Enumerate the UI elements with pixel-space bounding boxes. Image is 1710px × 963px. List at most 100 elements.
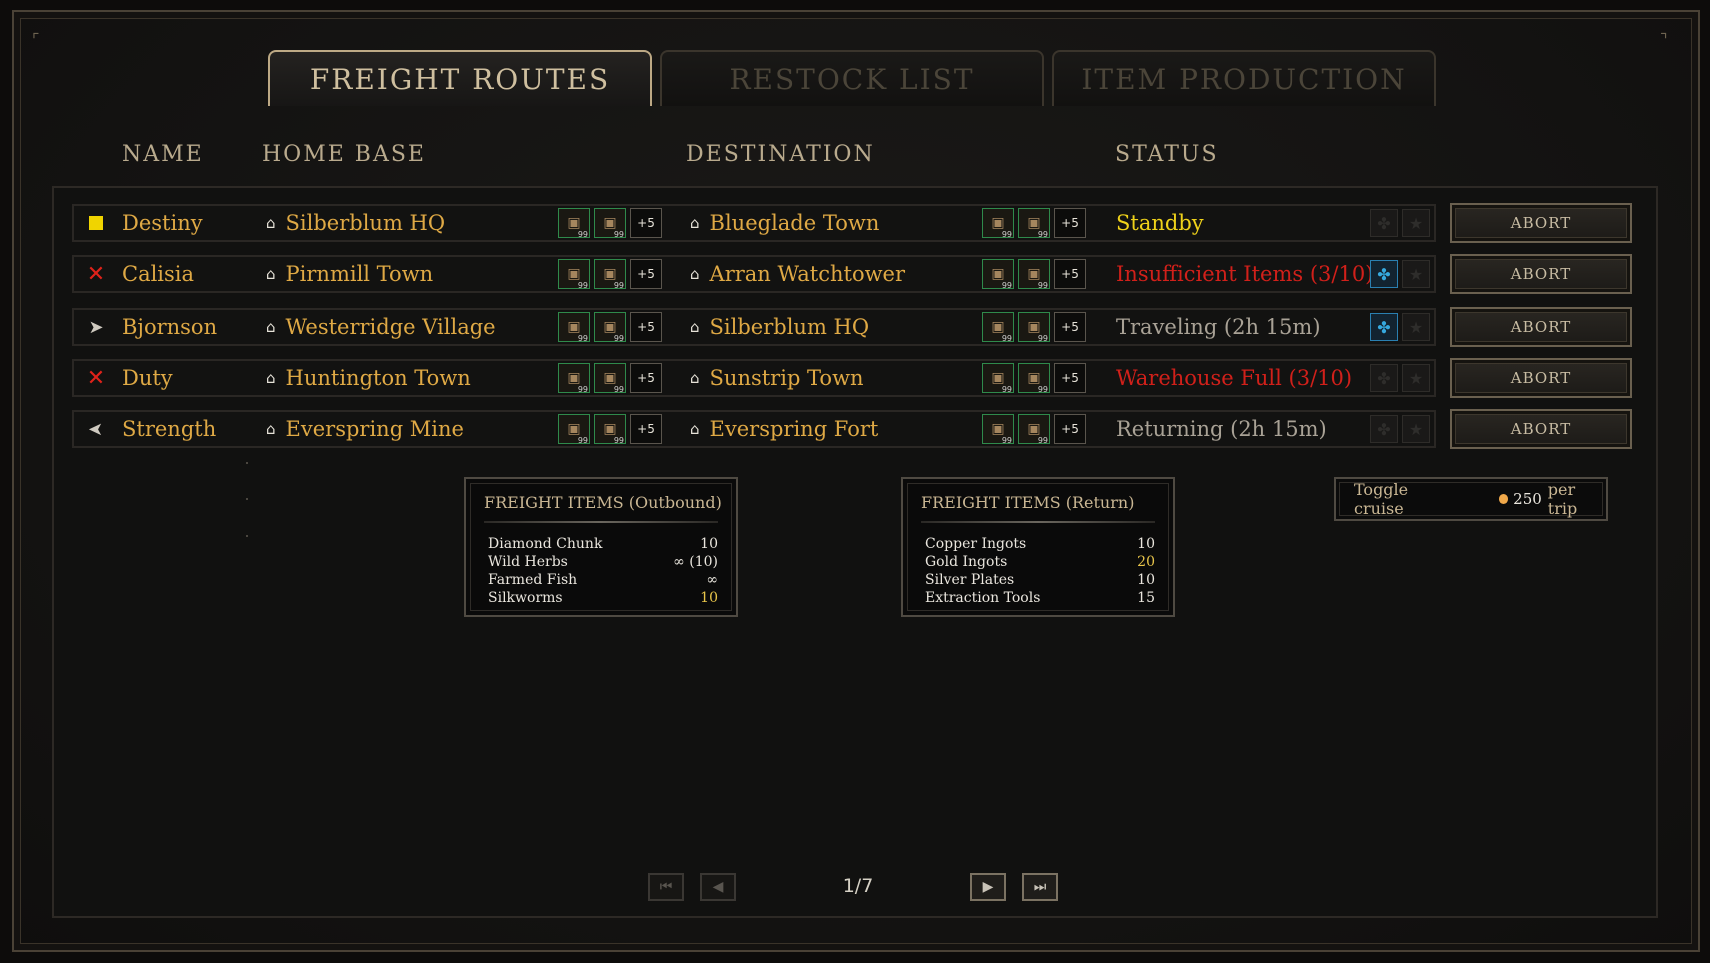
header-destination: DESTINATION [686,142,875,167]
cruise-toggle-button[interactable]: ✤ [1370,260,1398,288]
freight-item-slot[interactable]: ▣ [1018,363,1050,394]
destination: ⌂ Sunstrip Town [690,361,864,395]
freight-item-slot[interactable]: ▣ [594,259,626,290]
item-name: Extraction Tools [925,590,1041,606]
favorite-button[interactable]: ★ [1402,209,1430,237]
freight-item-row: Diamond Chunk 10 [488,535,718,553]
more-items-badge[interactable]: +5 [630,259,662,289]
tab-item-production[interactable]: ITEM PRODUCTION [1052,50,1436,106]
next-page-button[interactable]: ▶ [970,873,1006,901]
freight-item-row: Silver Plates 10 [925,571,1155,589]
more-items-badge[interactable]: +5 [630,363,662,393]
item-quantity: ∞ [706,572,718,588]
route-items: ▣ ▣ +5 [558,363,662,394]
crate-icon: ▣ [567,266,581,282]
freight-item-slot[interactable]: ▣ [982,312,1014,343]
divider [484,521,718,523]
freight-item-row: Silkworms 10 [488,589,718,607]
more-items-badge[interactable]: +5 [1054,208,1086,238]
item-name: Wild Herbs [488,554,568,570]
abort-button[interactable]: ABORT [1450,358,1632,398]
item-name: Farmed Fish [488,572,578,588]
more-items-badge[interactable]: +5 [1054,414,1086,444]
abort-button[interactable]: ABORT [1450,203,1632,243]
more-items-badge[interactable]: +5 [630,312,662,342]
freight-item-slot[interactable]: ▣ [558,414,590,445]
crate-icon: ▣ [1027,266,1041,282]
more-items-badge[interactable]: +5 [1054,259,1086,289]
more-items-badge[interactable]: +5 [1054,363,1086,393]
favorite-button[interactable]: ★ [1402,313,1430,341]
clover-icon: ✤ [1377,317,1391,337]
first-page-button[interactable]: ⏮ [648,873,684,901]
item-quantity: ∞ (10) [673,554,718,570]
previous-page-button[interactable]: ◀ [700,873,736,901]
freight-item-slot[interactable]: ▣ [594,312,626,343]
toggle-cruise-button[interactable]: Toggle cruise 250 per trip [1334,477,1608,521]
x-icon: ✕ [86,261,106,287]
freight-item-slot[interactable]: ▣ [1018,259,1050,290]
abort-button[interactable]: ABORT [1450,307,1632,347]
home-base: ⌂ Silberblum HQ [266,206,445,240]
more-items-badge[interactable]: +5 [630,208,662,238]
route-status: Warehouse Full (3/10) [1116,366,1353,390]
cruise-toggle-button[interactable]: ✤ [1370,313,1398,341]
abort-button[interactable]: ABORT [1450,409,1632,449]
freight-item-slot[interactable]: ▣ [1018,312,1050,343]
freight-item-slot[interactable]: ▣ [558,259,590,290]
freight-item-slot[interactable]: ▣ [558,312,590,343]
header-name: NAME [122,142,204,167]
clover-icon: ✤ [1377,264,1391,284]
crate-icon: ▣ [567,215,581,231]
route-items: ▣ ▣ +5 [558,259,662,290]
crate-icon: ▣ [991,215,1005,231]
tab-freight-routes[interactable]: FREIGHT ROUTES [268,50,652,106]
destination: ⌂ Arran Watchtower [690,257,905,291]
freight-item-slot[interactable]: ▣ [558,208,590,239]
freight-item-slot[interactable]: ▣ [1018,414,1050,445]
header-status: STATUS [1115,142,1219,167]
freight-item-slot[interactable]: ▣ [1018,208,1050,239]
route-row[interactable]: ➤ Bjornson ⌂ Westerridge Village ▣ ▣ +5 … [72,308,1436,346]
favorite-button[interactable]: ★ [1402,415,1430,443]
route-items: ▣ ▣ +5 [982,259,1086,290]
route-row[interactable]: ➤ Strength ⌂ Everspring Mine ▣ ▣ +5 ⌂ Ev… [72,410,1436,448]
cruise-toggle-button[interactable]: ✤ [1370,209,1398,237]
crate-icon: ▣ [991,421,1005,437]
cruise-toggle-button[interactable]: ✤ [1370,364,1398,392]
favorite-button[interactable]: ★ [1402,364,1430,392]
route-row[interactable]: Destiny ⌂ Silberblum HQ ▣ ▣ +5 ⌂ Bluegla… [72,204,1436,242]
home-base-name: Huntington Town [285,366,471,390]
crate-icon: ▣ [1027,370,1041,386]
crate-icon: ▣ [603,421,617,437]
arrow-left-icon: ➤ [88,418,104,440]
item-name: Silver Plates [925,572,1015,588]
more-items-badge[interactable]: +5 [1054,312,1086,342]
freight-item-slot[interactable]: ▣ [594,414,626,445]
freight-item-slot[interactable]: ▣ [982,259,1014,290]
destination-name: Blueglade Town [709,211,880,235]
freight-item-slot[interactable]: ▣ [982,208,1014,239]
home-base-name: Silberblum HQ [285,211,446,235]
route-name: Bjornson [122,315,218,339]
freight-item-slot[interactable]: ▣ [594,208,626,239]
corner-ornament-icon: ⌝ [1660,30,1668,49]
more-items-badge[interactable]: +5 [630,414,662,444]
abort-button[interactable]: ABORT [1450,254,1632,294]
cruise-label: Toggle cruise [1354,480,1409,518]
route-row[interactable]: ✕ Calisia ⌂ Pirnmill Town ▣ ▣ +5 ⌂ Arran… [72,255,1436,293]
cruise-toggle-button[interactable]: ✤ [1370,415,1398,443]
tab-restock-list[interactable]: RESTOCK LIST [660,50,1044,106]
freight-item-slot[interactable]: ▣ [982,363,1014,394]
next-page-icon: ▶ [982,879,994,895]
item-quantity: 10 [700,536,718,552]
freight-item-slot[interactable]: ▣ [594,363,626,394]
favorite-button[interactable]: ★ [1402,260,1430,288]
crate-icon: ▣ [991,370,1005,386]
last-page-button[interactable]: ⏭ [1022,873,1058,901]
arrow-right-icon: ➤ [88,316,104,338]
route-row[interactable]: ✕ Duty ⌂ Huntington Town ▣ ▣ +5 ⌂ Sunstr… [72,359,1436,397]
route-items: ▣ ▣ +5 [982,312,1086,343]
freight-item-slot[interactable]: ▣ [982,414,1014,445]
freight-item-slot[interactable]: ▣ [558,363,590,394]
